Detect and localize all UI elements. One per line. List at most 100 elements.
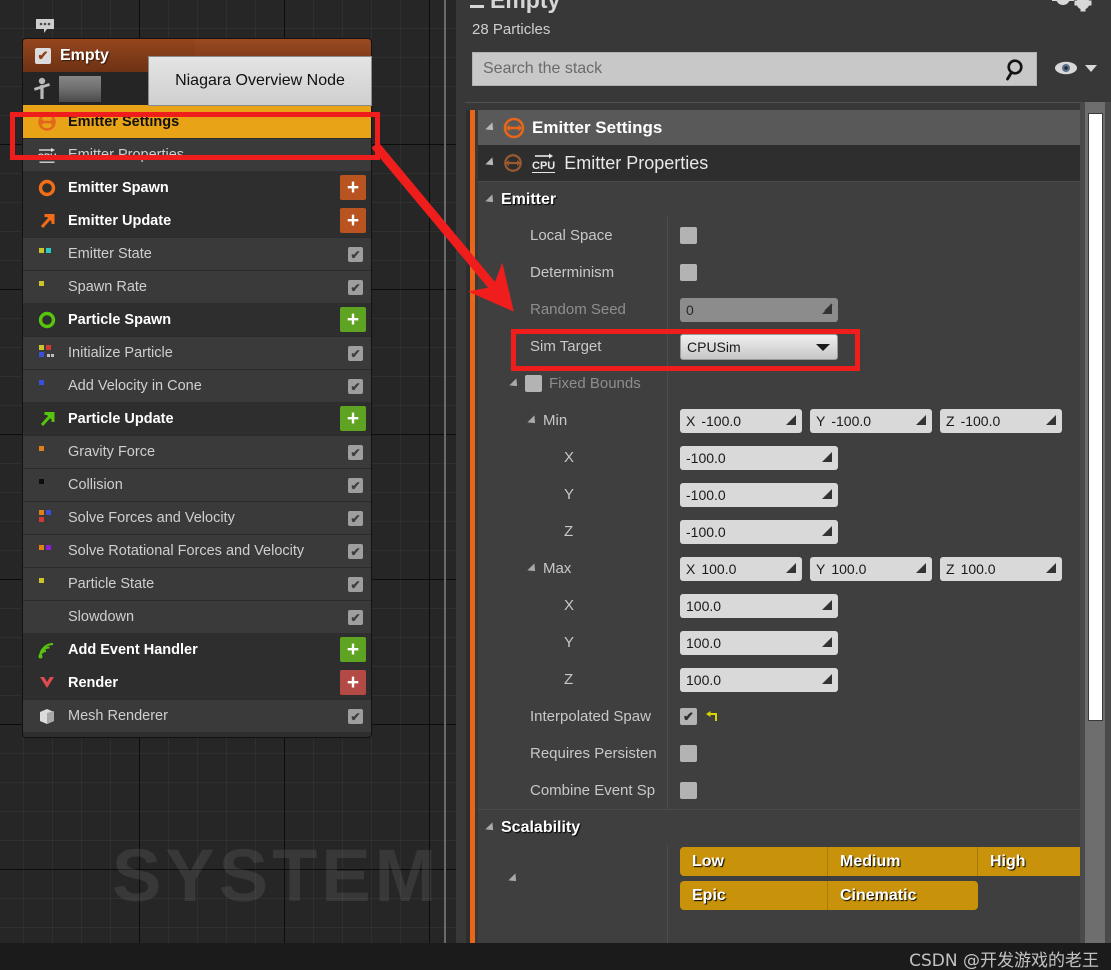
add-module-button[interactable]: +	[340, 670, 366, 695]
expand-triangle-icon[interactable]	[485, 121, 497, 134]
min-y-field[interactable]: -100.0	[680, 482, 838, 507]
expand-triangle-icon[interactable]	[527, 414, 539, 427]
module-enabled-checkbox[interactable]: ✔	[348, 445, 363, 460]
requires-persistent-ids-checkbox[interactable]	[680, 745, 697, 762]
stack-row-spawn-rate[interactable]: Spawn Rate ✔	[23, 270, 371, 303]
stack-row-emitter-settings[interactable]: Emitter Settings	[23, 105, 371, 138]
search-input[interactable]: Search the stack	[472, 52, 1037, 86]
drag-handle-icon[interactable]	[821, 488, 833, 500]
search-icon[interactable]	[1004, 58, 1028, 82]
drag-handle-icon[interactable]	[915, 562, 927, 574]
max-x-field[interactable]: 100.0	[680, 593, 838, 618]
scalability-epic-button[interactable]: Epic	[680, 881, 828, 910]
add-module-button[interactable]: +	[340, 307, 366, 332]
stack-row-emitter-properties[interactable]: CPU Emitter Properties	[23, 138, 371, 171]
reset-to-default-icon[interactable]	[703, 709, 719, 725]
max-x-input[interactable]: X 100.0	[680, 556, 802, 581]
row-min-x[interactable]: X -100.0	[478, 439, 1086, 476]
expand-triangle-icon[interactable]	[508, 873, 520, 885]
niagara-overview-node[interactable]: ✔ Empty Emitter Settings CPU Emitter Prope…	[22, 38, 372, 738]
module-enabled-checkbox[interactable]: ✔	[348, 478, 363, 493]
add-module-button[interactable]: +	[340, 175, 366, 200]
row-requires-persistent-ids[interactable]: Requires Persisten	[478, 735, 1086, 772]
module-enabled-checkbox[interactable]: ✔	[348, 544, 363, 559]
max-z-field[interactable]: 100.0	[680, 667, 838, 692]
min-z-field[interactable]: -100.0	[680, 519, 838, 544]
stack-row-emitter-spawn[interactable]: Emitter Spawn +	[23, 171, 371, 204]
min-y-input[interactable]: Y -100.0	[810, 408, 932, 433]
stack-row-initialize-particle[interactable]: Initialize Particle ✔	[23, 336, 371, 369]
visibility-dropdown[interactable]	[1053, 58, 1098, 78]
expand-triangle-icon[interactable]	[485, 157, 497, 169]
row-determinism[interactable]: Determinism	[478, 254, 1086, 291]
max-y-input[interactable]: Y 100.0	[810, 556, 932, 581]
row-interpolated-spawning[interactable]: Interpolated Spaw ✔	[478, 698, 1086, 735]
eye-visibility-icon[interactable]	[1053, 58, 1079, 78]
fixed-bounds-checkbox[interactable]	[525, 375, 542, 392]
stack-row-emitter-update[interactable]: Emitter Update +	[23, 204, 371, 237]
row-sim-target[interactable]: Sim Target CPUSim	[478, 328, 1086, 365]
combine-event-spawn-checkbox[interactable]	[680, 782, 697, 799]
stack-row-render[interactable]: Render +	[23, 666, 371, 699]
module-enabled-checkbox[interactable]: ✔	[348, 247, 363, 262]
scalability-low-button[interactable]: Low	[680, 847, 828, 876]
stack-row-particle-spawn[interactable]: Particle Spawn +	[23, 303, 371, 336]
expand-triangle-icon[interactable]	[527, 562, 539, 575]
row-max-y[interactable]: Y 100.0	[478, 624, 1086, 661]
stack-row-gravity-force[interactable]: Gravity Force ✔	[23, 435, 371, 468]
chevron-down-icon[interactable]	[815, 342, 831, 352]
drag-handle-icon[interactable]	[821, 599, 833, 611]
stack-row-particle-state[interactable]: Particle State ✔	[23, 567, 371, 600]
module-enabled-checkbox[interactable]: ✔	[348, 379, 363, 394]
row-random-seed[interactable]: Random Seed 0	[478, 291, 1086, 328]
details-scrollbar-track[interactable]	[1080, 102, 1111, 943]
row-fixed-bounds[interactable]: Fixed Bounds	[478, 365, 1086, 402]
drag-handle-icon[interactable]	[785, 414, 797, 426]
scalability-cinematic-button[interactable]: Cinematic	[828, 881, 978, 910]
module-enabled-checkbox[interactable]: ✔	[348, 577, 363, 592]
module-enabled-checkbox[interactable]: ✔	[348, 610, 363, 625]
expand-triangle-icon[interactable]	[509, 377, 521, 390]
expand-triangle-icon[interactable]	[485, 821, 497, 834]
drag-handle-icon[interactable]	[821, 303, 833, 315]
stack-row-mesh-renderer[interactable]: Mesh Renderer ✔	[23, 699, 371, 732]
stack-row-emitter-state[interactable]: Emitter State ✔	[23, 237, 371, 270]
module-enabled-checkbox[interactable]: ✔	[348, 511, 363, 526]
sim-target-dropdown[interactable]: CPUSim	[680, 333, 838, 360]
row-max-x[interactable]: X 100.0	[478, 587, 1086, 624]
row-min-vector[interactable]: Min X -100.0 Y -100.0 Z -100.0	[478, 402, 1086, 439]
drag-handle-icon[interactable]	[821, 451, 833, 463]
module-enabled-checkbox[interactable]: ✔	[348, 280, 363, 295]
max-y-field[interactable]: 100.0	[680, 630, 838, 655]
category-emitter[interactable]: Emitter	[478, 181, 1086, 217]
module-enabled-checkbox[interactable]: ✔	[348, 709, 363, 724]
stack-row-add-velocity-in-cone[interactable]: Add Velocity in Cone ✔	[23, 369, 371, 402]
section-emitter-settings[interactable]: Emitter Settings	[478, 110, 1086, 145]
row-combine-event-spawn[interactable]: Combine Event Sp	[478, 772, 1086, 809]
expand-triangle-icon[interactable]	[485, 193, 497, 206]
drag-handle-icon[interactable]	[821, 636, 833, 648]
drag-handle-icon[interactable]	[821, 525, 833, 537]
min-x-input[interactable]: X -100.0	[680, 408, 802, 433]
min-z-input[interactable]: Z -100.0	[940, 408, 1062, 433]
drag-handle-icon[interactable]	[1045, 414, 1057, 426]
module-enabled-checkbox[interactable]: ✔	[348, 346, 363, 361]
stack-row-collision[interactable]: Collision ✔	[23, 468, 371, 501]
stack-row-solve-rotational-forces-and-velocity[interactable]: Solve Rotational Forces and Velocity ✔	[23, 534, 371, 567]
row-min-z[interactable]: Z -100.0	[478, 513, 1086, 550]
row-max-vector[interactable]: Max X 100.0 Y 100.0 Z 100.0	[478, 550, 1086, 587]
drag-handle-icon[interactable]	[821, 673, 833, 685]
drag-handle-icon[interactable]	[915, 414, 927, 426]
min-x-field[interactable]: -100.0	[680, 445, 838, 470]
category-scalability[interactable]: Scalability	[478, 809, 1086, 845]
row-min-y[interactable]: Y -100.0	[478, 476, 1086, 513]
row-max-z[interactable]: Z 100.0	[478, 661, 1086, 698]
stack-row-solve-forces-and-velocity[interactable]: Solve Forces and Velocity ✔	[23, 501, 371, 534]
chevron-down-icon[interactable]	[1084, 62, 1098, 74]
interpolated-spawning-checkbox[interactable]: ✔	[680, 708, 697, 725]
stack-row-slowdown[interactable]: Slowdown ✔	[23, 600, 371, 633]
comment-bubble-icon[interactable]	[35, 18, 55, 34]
scalability-high-button[interactable]: High	[978, 847, 1086, 876]
local-space-checkbox[interactable]	[680, 227, 697, 244]
details-scrollbar-thumb[interactable]	[1088, 113, 1103, 721]
